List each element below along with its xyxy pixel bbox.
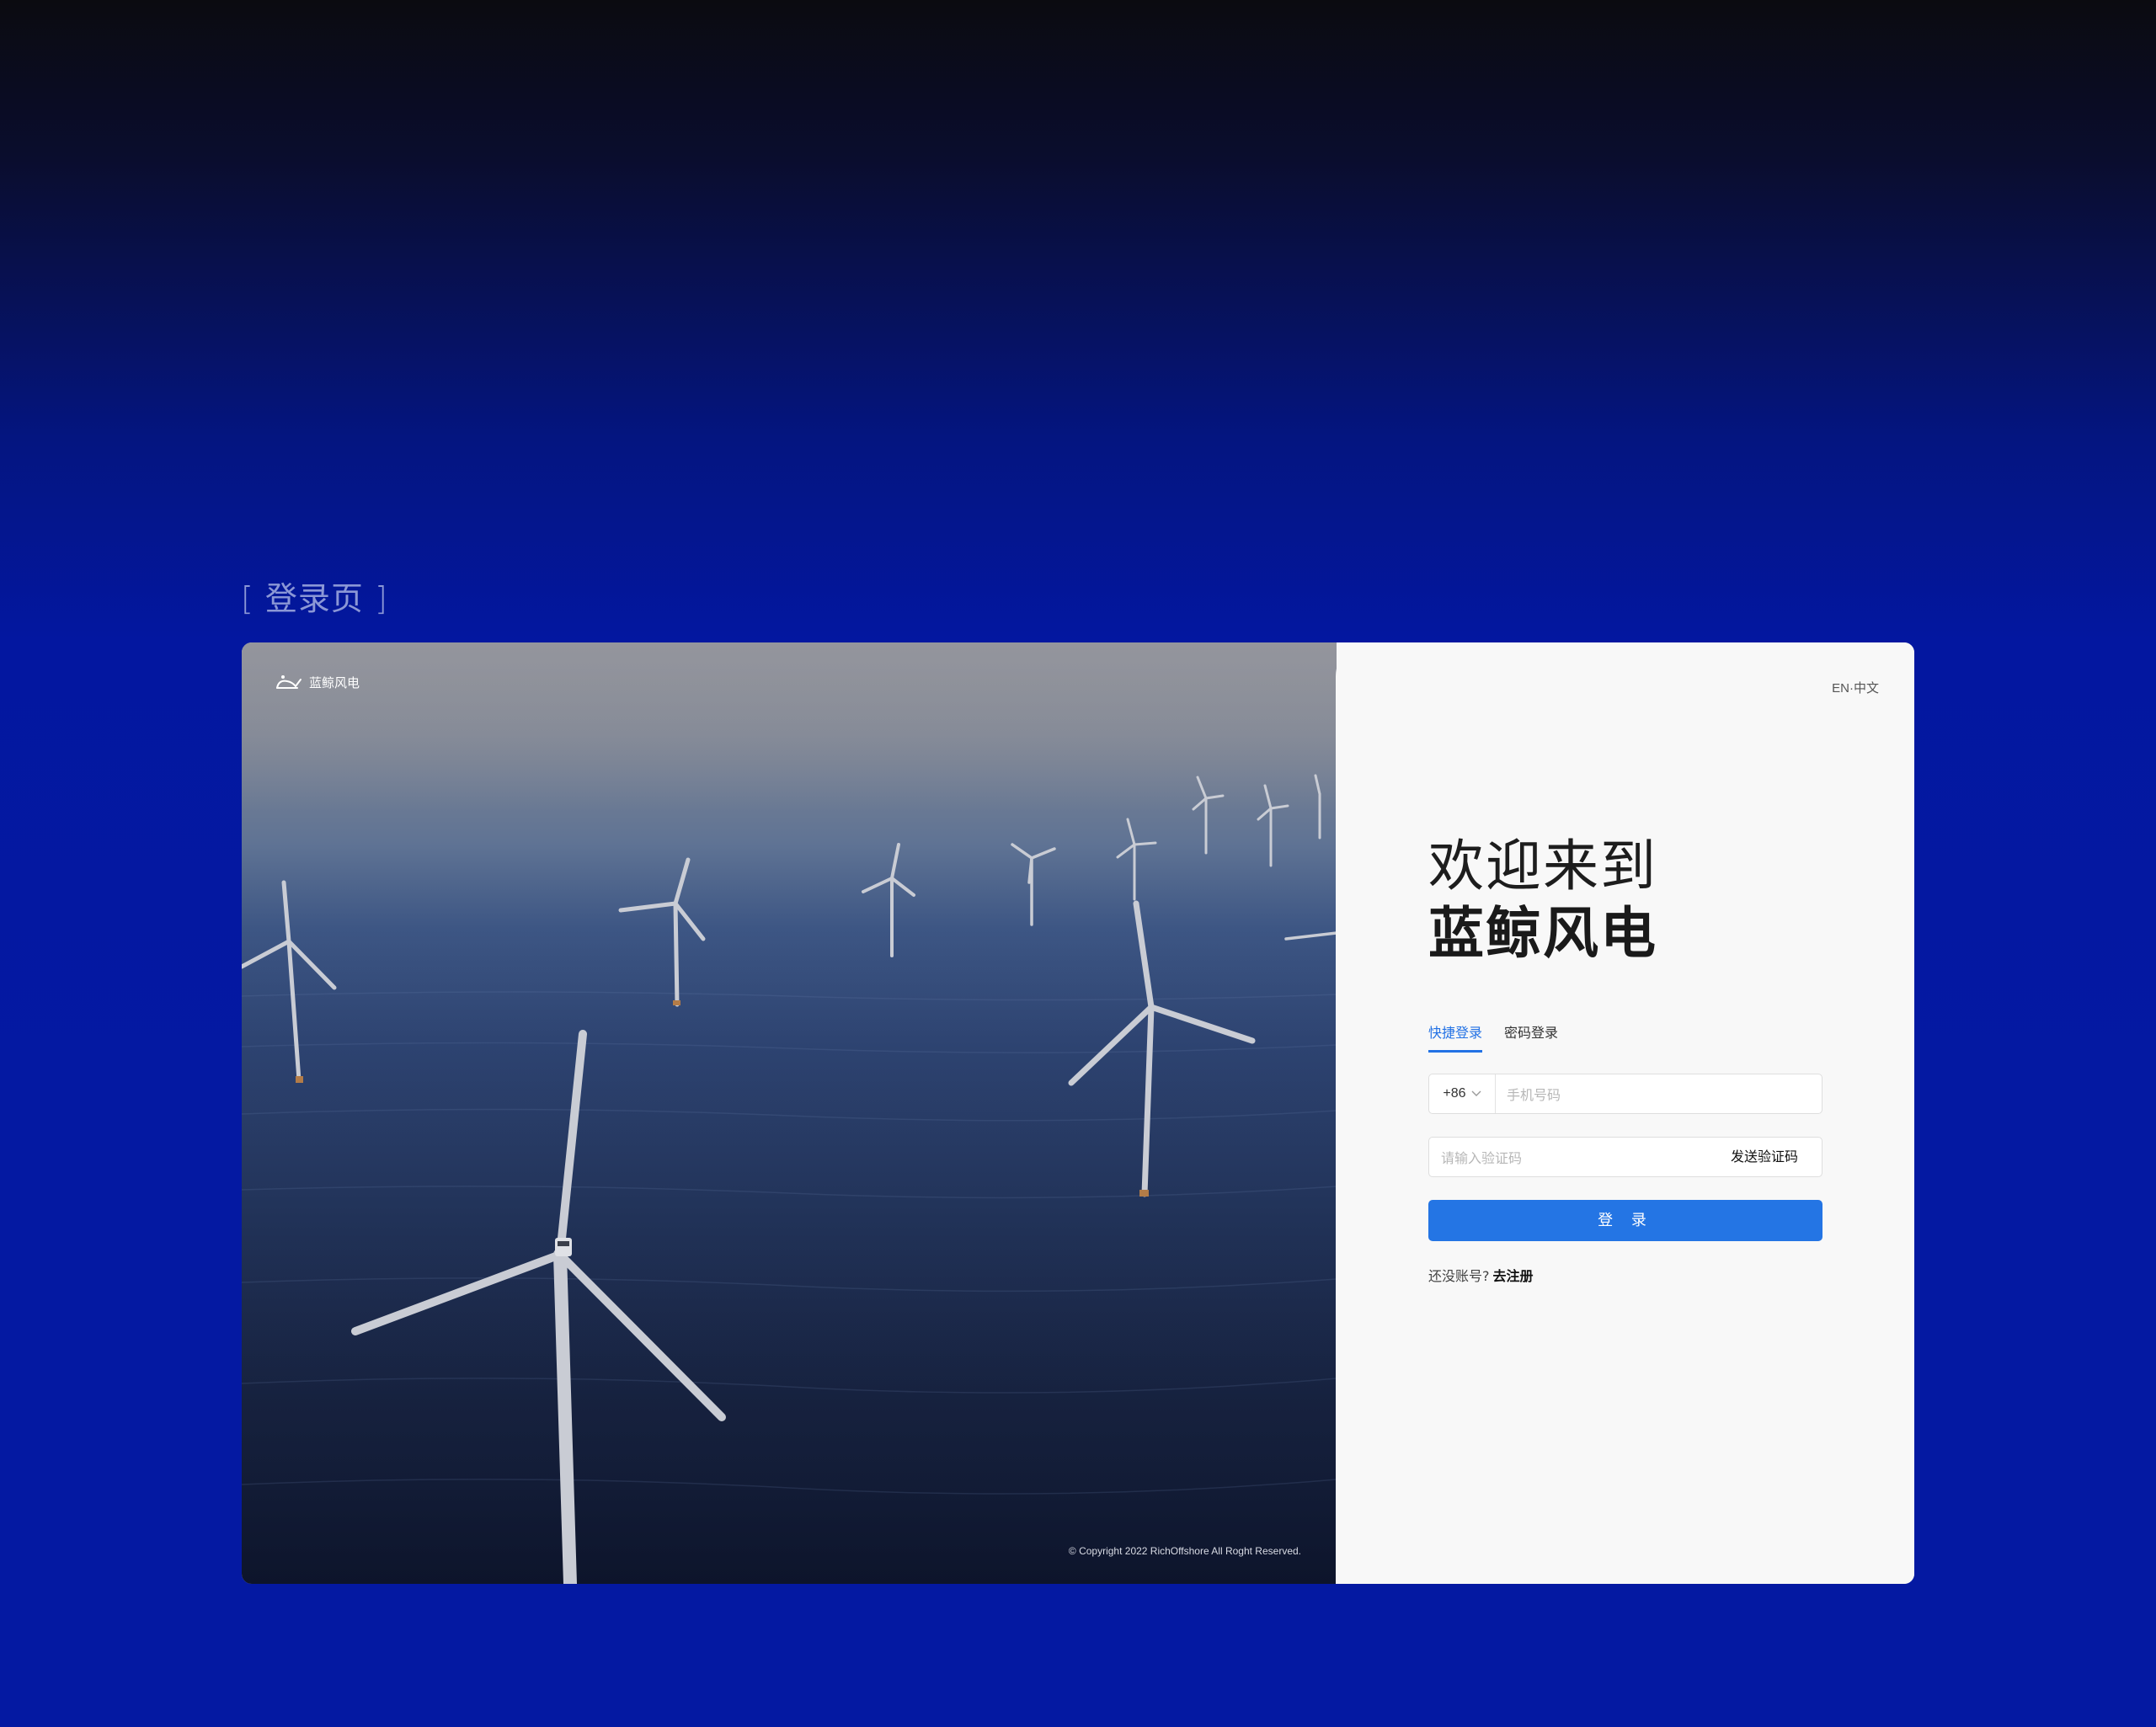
chevron-down-icon [1471, 1090, 1481, 1096]
country-code-value: +86 [1443, 1086, 1466, 1101]
tab-quick-login[interactable]: 快捷登录 [1428, 1021, 1483, 1053]
wind-turbines-illustration [242, 642, 1337, 1584]
country-code-select[interactable]: +86 [1429, 1074, 1496, 1113]
wind-farm-photo: 蓝鲸风电 © Copyright 2022 RichOffshore All R… [242, 642, 1337, 1584]
register-link[interactable]: 去注册 [1493, 1268, 1534, 1284]
verification-code-input[interactable] [1439, 1138, 1712, 1178]
tab-password-login[interactable]: 密码登录 [1504, 1021, 1558, 1053]
section-label: [ 登录页 ] [241, 580, 388, 617]
register-prompt: 还没账号? [1428, 1268, 1490, 1284]
login-card: 蓝鲸风电 © Copyright 2022 RichOffshore All R… [242, 642, 1914, 1584]
language-switch[interactable]: EN·中文 [1832, 679, 1879, 696]
brand-name: 蓝鲸风电 [309, 674, 360, 690]
brand-logo[interactable]: 蓝鲸风电 [275, 673, 360, 691]
phone-input[interactable] [1505, 1074, 1812, 1115]
register-row: 还没账号? 去注册 [1428, 1265, 1534, 1285]
copyright-text: © Copyright 2022 RichOffshore All Roght … [1068, 1545, 1301, 1557]
login-panel: EN·中文 欢迎来到 蓝鲸风电 快捷登录 密码登录 +86 发送验证码 登 录 … [1336, 642, 1914, 1584]
whale-logo-icon [276, 675, 302, 689]
send-code-button[interactable]: 发送验证码 [1731, 1138, 1798, 1176]
login-tabs: 快捷登录 密码登录 [1428, 1021, 1558, 1053]
login-button[interactable]: 登 录 [1428, 1200, 1822, 1241]
code-field: 发送验证码 [1428, 1137, 1822, 1178]
welcome-brand-heading: 蓝鲸风电 [1428, 901, 1657, 966]
phone-field: +86 [1428, 1074, 1822, 1115]
